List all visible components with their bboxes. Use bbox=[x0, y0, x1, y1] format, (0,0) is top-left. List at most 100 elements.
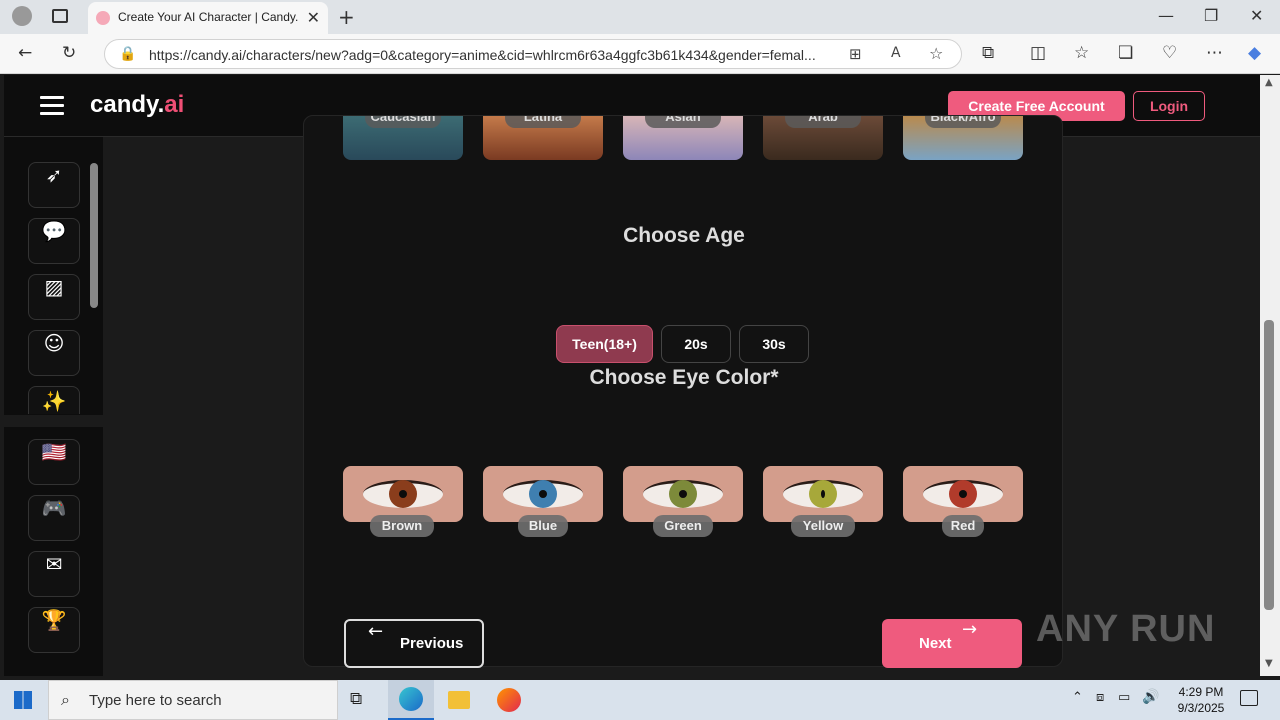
eye-pupil bbox=[959, 490, 967, 498]
windows-taskbar: ⌕ Type here to search ⧉ ⌃ ⧈ ▭ 🔊 4:29 PM … bbox=[0, 680, 1280, 720]
character-creation-panel: Caucasian Latina Asian Arab Black/Afro C… bbox=[303, 115, 1063, 668]
eye-option-blue[interactable] bbox=[483, 466, 603, 522]
minimize-icon[interactable]: — bbox=[1158, 6, 1174, 25]
eye-pupil bbox=[679, 490, 687, 498]
volume-icon[interactable]: 🔊 bbox=[1142, 689, 1159, 705]
sidebar-scroll-thumb[interactable] bbox=[90, 163, 98, 308]
ethnicity-label: Arab bbox=[785, 116, 861, 128]
eye-pupil bbox=[821, 490, 825, 498]
file-explorer-icon[interactable] bbox=[448, 691, 470, 709]
clock-date: 9/3/2025 bbox=[1177, 701, 1225, 715]
eye-label-red: Red bbox=[942, 515, 984, 537]
search-placeholder: Type here to search bbox=[89, 692, 222, 709]
eye-option-yellow[interactable] bbox=[763, 466, 883, 522]
split-screen-icon[interactable]: ◫ bbox=[1030, 43, 1046, 63]
age-option-teen[interactable]: Teen(18+) bbox=[556, 325, 653, 363]
gallery-icon[interactable]: ▨ bbox=[28, 274, 80, 320]
address-bar-row: ← ↻ 🔒 https://candy.ai/characters/new?ad… bbox=[0, 34, 1280, 74]
network-icon[interactable]: ⧈ bbox=[1096, 690, 1104, 705]
browser-essentials-icon[interactable]: ♡ bbox=[1162, 43, 1177, 63]
page-scroll-thumb[interactable] bbox=[1264, 320, 1274, 610]
next-label: Next bbox=[919, 635, 952, 652]
logo-ai: ai bbox=[164, 91, 185, 118]
profile-icon[interactable] bbox=[12, 6, 32, 26]
create-character-icon[interactable]: ☺ bbox=[28, 330, 80, 376]
tab-title: Create Your AI Character | Candy.ai bbox=[118, 10, 298, 24]
close-window-icon[interactable]: ✕ bbox=[1250, 6, 1263, 25]
close-tab-icon[interactable]: ✕ bbox=[307, 8, 320, 27]
ethnicity-option[interactable]: Arab bbox=[763, 116, 883, 160]
refresh-icon[interactable]: ↻ bbox=[62, 43, 76, 63]
menu-icon[interactable] bbox=[40, 96, 64, 116]
browser-tab[interactable]: Create Your AI Character | Candy.ai ✕ bbox=[88, 2, 328, 34]
eye-pupil bbox=[539, 490, 547, 498]
previous-button[interactable]: ← Previous bbox=[344, 619, 484, 668]
eye-pupil bbox=[399, 490, 407, 498]
eye-label-green: Green bbox=[653, 515, 713, 537]
generate-image-icon[interactable]: ✨ bbox=[28, 386, 80, 414]
ethnicity-option[interactable]: Latina bbox=[483, 116, 603, 160]
ethnicity-option[interactable]: Caucasian bbox=[343, 116, 463, 160]
start-icon[interactable] bbox=[14, 691, 32, 709]
wifi-icon[interactable]: ▭ bbox=[1118, 690, 1130, 705]
trophy-icon[interactable]: 🏆 bbox=[28, 607, 80, 653]
discord-icon[interactable]: 🎮 bbox=[28, 495, 80, 541]
notifications-icon[interactable] bbox=[1240, 690, 1258, 706]
eye-option-green[interactable] bbox=[623, 466, 743, 522]
explore-icon[interactable]: ➶ bbox=[28, 162, 80, 208]
search-icon: ⌕ bbox=[61, 690, 70, 709]
chat-icon[interactable]: 💬 bbox=[28, 218, 80, 264]
tab-favicon-icon bbox=[96, 11, 110, 25]
arrow-left-icon: ← bbox=[368, 621, 384, 642]
extensions-icon[interactable]: ⧉ bbox=[982, 43, 994, 63]
tab-actions-icon[interactable] bbox=[52, 9, 68, 23]
copilot-icon[interactable]: ◆ bbox=[1248, 43, 1261, 63]
age-option-30s[interactable]: 30s bbox=[739, 325, 809, 363]
eye-label-brown: Brown bbox=[370, 515, 434, 537]
scroll-up-icon[interactable]: ▲ bbox=[1265, 77, 1273, 88]
eye-label-blue: Blue bbox=[518, 515, 568, 537]
ethnicity-label: Latina bbox=[505, 116, 581, 128]
login-button[interactable]: Login bbox=[1133, 91, 1205, 121]
website-viewport: candy.ai Create Free Account Login ➶ 💬 ▨… bbox=[4, 75, 1260, 676]
page-scrollbar[interactable]: ▲ ▼ bbox=[1260, 75, 1280, 676]
eye-option-brown[interactable] bbox=[343, 466, 463, 522]
choose-age-heading: Choose Age bbox=[623, 224, 745, 247]
app-available-icon[interactable]: ⊞ bbox=[849, 45, 862, 63]
task-view-icon[interactable]: ⧉ bbox=[350, 689, 362, 709]
edge-taskbar-icon[interactable] bbox=[388, 680, 434, 720]
ethnicity-label: Asian bbox=[645, 116, 721, 128]
clock-time: 4:29 PM bbox=[1178, 685, 1224, 699]
favorites-icon[interactable]: ☆ bbox=[1074, 43, 1089, 63]
read-aloud-icon[interactable]: A bbox=[891, 45, 901, 61]
ethnicity-option[interactable]: Asian bbox=[623, 116, 743, 160]
favorite-star-icon[interactable]: ☆ bbox=[929, 44, 943, 63]
collections-icon[interactable]: ❏ bbox=[1118, 43, 1133, 63]
new-tab-icon[interactable]: + bbox=[338, 5, 355, 29]
site-info-icon[interactable]: 🔒 bbox=[119, 46, 136, 62]
logo-main: candy. bbox=[90, 91, 165, 118]
taskbar-search[interactable]: ⌕ Type here to search bbox=[48, 680, 338, 720]
language-flag-icon[interactable]: 🇺🇸 bbox=[28, 439, 80, 485]
browser-tabbar: Create Your AI Character | Candy.ai ✕ + … bbox=[0, 0, 1280, 34]
eye-label-yellow: Yellow bbox=[791, 515, 855, 537]
settings-more-icon[interactable]: ⋯ bbox=[1206, 43, 1223, 63]
back-icon[interactable]: ← bbox=[18, 43, 32, 63]
age-option-20s[interactable]: 20s bbox=[661, 325, 731, 363]
taskbar-clock[interactable]: 4:29 PM 9/3/2025 bbox=[1166, 684, 1236, 716]
left-sidebar: ➶ 💬 ▨ ☺ ✨ 🇺🇸 🎮 ✉ 🏆 bbox=[4, 137, 103, 676]
previous-label: Previous bbox=[400, 635, 464, 652]
site-logo[interactable]: candy.ai bbox=[90, 91, 184, 119]
ethnicity-option[interactable]: Black/Afro bbox=[903, 116, 1023, 160]
arrow-right-icon: → bbox=[962, 619, 978, 640]
anyrun-watermark: ANY RUN bbox=[1036, 608, 1216, 650]
next-button[interactable]: Next → bbox=[882, 619, 1022, 668]
firefox-icon[interactable] bbox=[497, 688, 521, 712]
affiliate-icon[interactable]: ✉ bbox=[28, 551, 80, 597]
restore-icon[interactable]: ❐ bbox=[1204, 6, 1218, 25]
eye-option-red[interactable] bbox=[903, 466, 1023, 522]
url-field[interactable]: 🔒 https://candy.ai/characters/new?adg=0&… bbox=[104, 39, 962, 69]
edge-logo-icon bbox=[399, 687, 423, 711]
tray-chevron-icon[interactable]: ⌃ bbox=[1072, 690, 1083, 705]
scroll-down-icon[interactable]: ▼ bbox=[1265, 658, 1273, 669]
